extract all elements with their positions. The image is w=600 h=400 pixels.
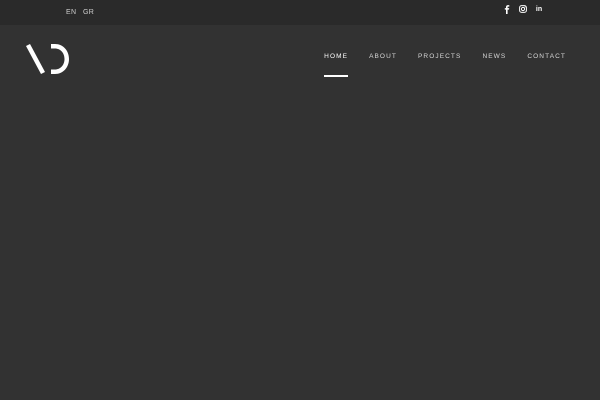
instagram-icon[interactable] — [518, 4, 528, 14]
logo-mark — [26, 44, 69, 74]
linkedin-label: in — [535, 5, 543, 13]
language-gr-link[interactable]: GR — [83, 9, 94, 16]
facebook-glyph — [504, 4, 510, 14]
nav-item-home[interactable]: HOME — [324, 50, 348, 77]
top-bar: EN GR in — [0, 0, 600, 25]
instagram-glyph — [519, 5, 527, 13]
nav-item-contact[interactable]: CONTACT — [527, 50, 566, 63]
nav-item-news[interactable]: NEWS — [482, 50, 506, 63]
facebook-icon[interactable] — [502, 4, 512, 14]
site-logo[interactable] — [26, 43, 72, 75]
nav-item-about[interactable]: ABOUT — [369, 50, 397, 63]
main-navigation: HOME ABOUT PROJECTS NEWS CONTACT — [324, 50, 566, 77]
linkedin-icon[interactable]: in — [534, 4, 544, 14]
nav-item-projects[interactable]: PROJECTS — [418, 50, 461, 63]
language-en-link[interactable]: EN — [66, 9, 76, 16]
